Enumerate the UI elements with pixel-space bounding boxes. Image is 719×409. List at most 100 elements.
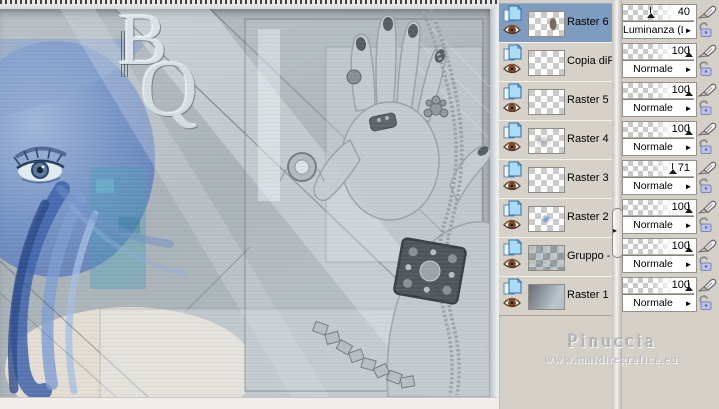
blend-mode-label: Normale — [633, 63, 673, 75]
unlocked-padlock-icon[interactable] — [697, 100, 713, 115]
dropdown-arrow-icon[interactable]: ► — [683, 299, 694, 308]
opacity-slider-thumb[interactable] — [684, 241, 693, 253]
dropdown-arrow-icon[interactable]: ► — [683, 260, 694, 269]
paintbrush-icon[interactable] — [697, 161, 717, 176]
dropdown-arrow-icon[interactable]: ► — [683, 65, 694, 74]
unlocked-padlock-icon[interactable] — [697, 295, 713, 310]
layer-name: Raster 2 — [567, 211, 609, 223]
paintbrush-icon[interactable] — [697, 122, 717, 137]
texture-overlay — [0, 9, 490, 397]
unlocked-padlock-icon[interactable] — [697, 22, 713, 37]
layer-row[interactable]: Raster 2 — [499, 198, 613, 238]
visibility-eye-icon[interactable] — [503, 297, 521, 309]
dropdown-arrow-icon[interactable]: ► — [683, 143, 694, 152]
layer-controls: 100 Normale ► — [622, 121, 697, 156]
paintbrush-icon[interactable] — [697, 83, 717, 98]
opacity-slider-thumb[interactable] — [684, 46, 693, 58]
layer-thumbnail — [528, 50, 565, 76]
canvas-right-edge — [490, 9, 497, 397]
opacity-slider-thumb[interactable] — [646, 7, 656, 19]
layer-pages-icon — [502, 121, 523, 140]
blend-mode-dropdown[interactable]: Normale ► — [623, 294, 694, 311]
layer-opacity-slider[interactable]: 100 — [623, 200, 694, 216]
layer-row[interactable]: Raster 5 — [499, 81, 613, 121]
layer-opacity-slider[interactable]: 100 — [623, 44, 694, 60]
layers-palette: Raster 6 Copia diR. — [497, 0, 719, 409]
layer-controls: 100 Normale ► — [622, 238, 697, 273]
canvas-area: B Q — [0, 0, 497, 409]
paintbrush-icon[interactable] — [697, 278, 717, 293]
blend-mode-dropdown[interactable]: Normale ► — [623, 99, 694, 116]
artwork-canvas[interactable]: B Q — [0, 9, 490, 397]
psp-workspace: B Q — [0, 0, 719, 409]
layer-opacity-slider[interactable]: 100 — [623, 239, 694, 255]
paintbrush-icon[interactable] — [697, 200, 717, 215]
layer-pages-icon — [502, 4, 523, 23]
layer-name: Raster 1 — [567, 289, 609, 301]
layer-row[interactable]: Raster 3 — [499, 159, 613, 199]
opacity-slider-thumb[interactable] — [668, 163, 678, 175]
layer-thumbnail — [528, 245, 565, 271]
layer-row[interactable]: Gruppo - F — [499, 237, 613, 277]
layer-pages-icon — [502, 43, 523, 62]
layer-thumbnail — [528, 11, 565, 37]
visibility-eye-icon[interactable] — [503, 180, 521, 192]
visibility-eye-icon[interactable] — [503, 102, 521, 114]
layer-thumbnail — [528, 89, 565, 115]
layer-opacity-slider[interactable]: 100 — [623, 278, 694, 294]
paintbrush-icon[interactable] — [697, 239, 717, 254]
unlocked-padlock-icon[interactable] — [697, 61, 713, 76]
opacity-slider-thumb[interactable] — [684, 280, 693, 292]
unlocked-padlock-icon[interactable] — [697, 139, 713, 154]
layer-controls: 100 Normale ► — [622, 82, 697, 117]
opacity-slider-thumb[interactable] — [684, 85, 693, 97]
layer-row[interactable]: Raster 6 — [499, 3, 613, 43]
layer-name: Raster 4 — [567, 133, 609, 145]
layer-opacity-slider[interactable]: 40 — [623, 5, 694, 21]
blend-mode-dropdown[interactable]: Normale ► — [623, 255, 694, 272]
layer-pages-icon — [502, 160, 523, 179]
visibility-eye-icon[interactable] — [503, 141, 521, 153]
horizontal-ruler — [0, 0, 497, 9]
splitter-arrow-icon: ▸ — [613, 226, 618, 235]
blend-mode-label: Normale — [633, 102, 673, 114]
layer-thumbnail — [528, 284, 565, 310]
layer-thumbnail — [528, 128, 565, 154]
blend-mode-label: Normale — [633, 219, 673, 231]
layer-pages-icon — [502, 238, 523, 257]
visibility-eye-icon[interactable] — [503, 219, 521, 231]
paintbrush-icon[interactable] — [697, 5, 717, 20]
layer-row[interactable]: Raster 1 — [499, 276, 613, 316]
blend-mode-dropdown[interactable]: Normale ► — [623, 177, 694, 194]
unlocked-padlock-icon[interactable] — [697, 217, 713, 232]
opacity-slider-thumb[interactable] — [684, 202, 693, 214]
blend-mode-dropdown[interactable]: Normale ► — [623, 60, 694, 77]
opacity-value: 40 — [677, 6, 690, 18]
blend-mode-dropdown[interactable]: Normale ► — [623, 138, 694, 155]
blend-mode-label: Normale — [633, 141, 673, 153]
blend-mode-label: Normale — [633, 297, 673, 309]
layer-name: Raster 3 — [567, 172, 609, 184]
layer-thumbnail — [528, 206, 565, 232]
opacity-slider-thumb[interactable] — [684, 124, 693, 136]
visibility-eye-icon[interactable] — [503, 63, 521, 75]
paintbrush-icon[interactable] — [697, 44, 717, 59]
unlocked-padlock-icon[interactable] — [697, 178, 713, 193]
dropdown-arrow-icon[interactable]: ► — [683, 26, 694, 35]
visibility-eye-icon[interactable] — [503, 258, 521, 270]
layer-opacity-slider[interactable]: 71 — [623, 161, 694, 177]
blend-mode-dropdown[interactable]: Luminanza (L) ► — [623, 21, 694, 38]
visibility-eye-icon[interactable] — [503, 24, 521, 36]
unlocked-padlock-icon[interactable] — [697, 256, 713, 271]
layer-opacity-slider[interactable]: 100 — [623, 122, 694, 138]
dropdown-arrow-icon[interactable]: ► — [683, 104, 694, 113]
dropdown-arrow-icon[interactable]: ► — [683, 221, 694, 230]
dropdown-arrow-icon[interactable]: ► — [683, 182, 694, 191]
layer-thumbnail — [528, 167, 565, 193]
layer-opacity-slider[interactable]: 100 — [623, 83, 694, 99]
blend-mode-dropdown[interactable]: Normale ► — [623, 216, 694, 233]
layer-row[interactable]: Raster 4 — [499, 120, 613, 160]
layer-controls: 100 Normale ► — [622, 199, 697, 234]
layer-row[interactable]: Copia diR. — [499, 42, 613, 82]
layer-name: Raster 6 — [567, 16, 609, 28]
